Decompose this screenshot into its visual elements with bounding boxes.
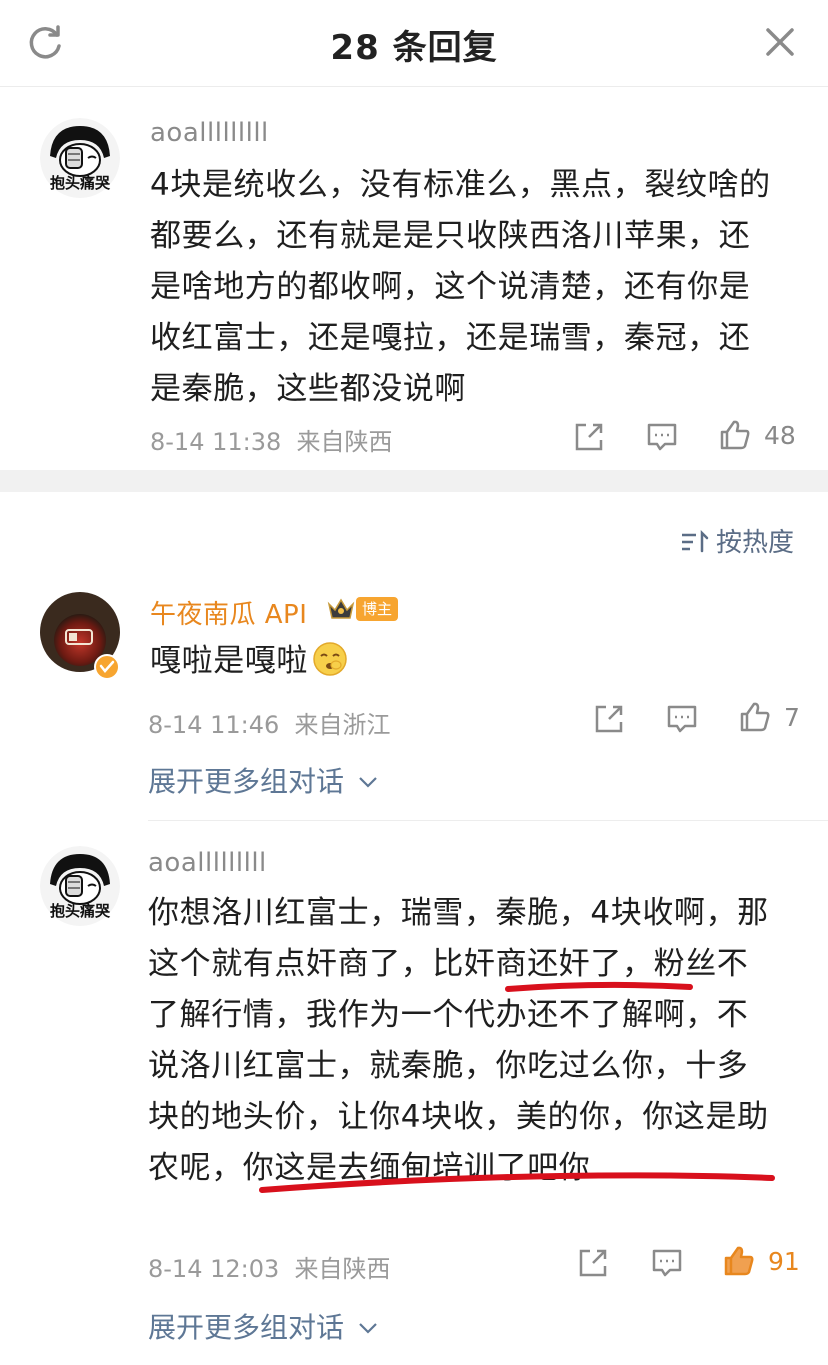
expand-conversation-link[interactable]: 展开更多组对话 xyxy=(148,1306,379,1346)
avatar-caption: 抱头痛哭 xyxy=(49,174,110,192)
sort-icon xyxy=(682,529,709,553)
share-icon[interactable] xyxy=(572,420,606,454)
username[interactable]: aoalllllllll xyxy=(148,848,267,878)
crown-icon xyxy=(327,598,355,619)
comment-icon[interactable] xyxy=(650,1246,684,1280)
comment-time: 8-14 11:46 xyxy=(148,711,280,739)
comment-icon[interactable] xyxy=(645,420,679,454)
comment-icon[interactable] xyxy=(665,702,699,736)
page-title: 28 条回复 xyxy=(330,28,498,68)
header-bar: 28 条回复 xyxy=(0,0,828,87)
like-count: 48 xyxy=(764,421,796,450)
like-count: 91 xyxy=(768,1247,800,1276)
like-icon[interactable] xyxy=(738,700,772,734)
comment-text: 你想洛川红富士，瑞雪，秦脆，4块收啊，那这个就有点奸商了，比奸商还奸了，粉丝不了… xyxy=(148,895,769,1186)
comment-location: 来自陕西 xyxy=(294,1255,391,1283)
comment-location: 来自浙江 xyxy=(294,711,391,739)
comment-meta: 8-14 11:38 来自陕西 xyxy=(150,422,393,457)
yawn-emoji-icon xyxy=(313,642,347,676)
share-icon[interactable] xyxy=(592,702,626,736)
liked-icon[interactable] xyxy=(722,1244,756,1278)
like-count: 7 xyxy=(784,703,800,732)
comment-text-body: 嘎啦是嘎啦 xyxy=(150,643,308,679)
reply-divider xyxy=(148,820,828,821)
comment-text: 4块是统收么，没有标准么，黑点，裂纹啥的都要么，还有就是是只收陕西洛川苹果，还是… xyxy=(150,167,771,407)
comment-meta: 8-14 11:46 来自浙江 xyxy=(148,705,391,740)
avatar-caption: 抱头痛哭 xyxy=(49,902,110,920)
expand-conversation-link[interactable]: 展开更多组对话 xyxy=(148,760,379,800)
expand-label: 展开更多组对话 xyxy=(148,1311,345,1344)
section-divider xyxy=(0,470,828,492)
comment-time: 8-14 12:03 xyxy=(148,1255,280,1283)
comment-time: 8-14 11:38 xyxy=(150,428,282,456)
close-icon[interactable] xyxy=(760,22,800,62)
expand-label: 展开更多组对话 xyxy=(148,765,345,798)
comment-text: 嘎啦是嘎啦 xyxy=(150,636,348,687)
comment-location: 来自陕西 xyxy=(296,428,393,456)
sort-label: 按热度 xyxy=(716,528,795,558)
chevron-down-icon xyxy=(359,1323,377,1334)
like-icon[interactable] xyxy=(718,418,752,452)
comment-meta: 8-14 12:03 来自陕西 xyxy=(148,1249,391,1284)
author-badge: 博主 xyxy=(356,597,399,621)
verified-badge-icon xyxy=(94,654,120,680)
share-icon[interactable] xyxy=(576,1246,610,1280)
chevron-down-icon xyxy=(359,777,377,788)
username[interactable]: aoalllllllll xyxy=(150,118,269,148)
username[interactable]: 午夜南瓜 API xyxy=(150,594,307,631)
sort-button[interactable]: 按热度 xyxy=(680,522,794,559)
